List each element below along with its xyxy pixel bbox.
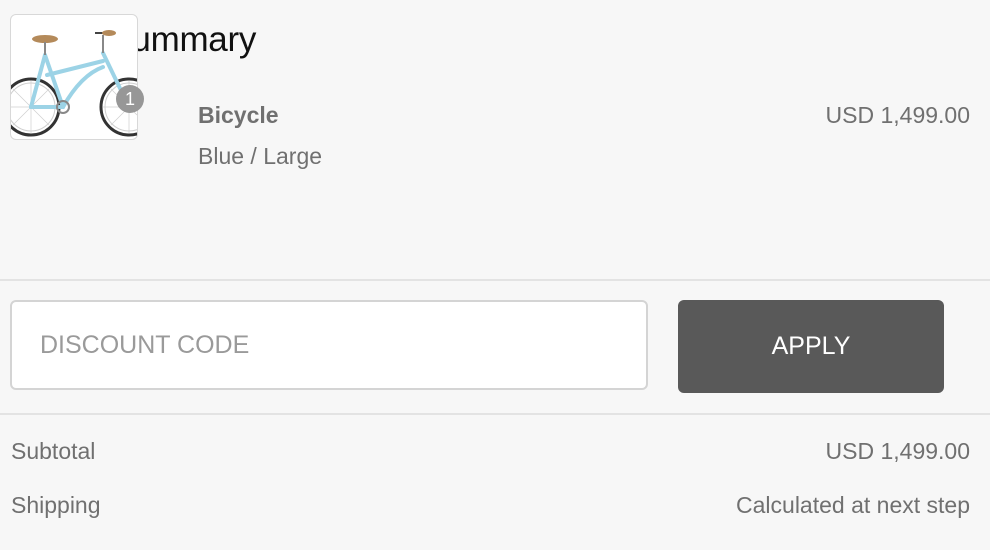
product-variant: Blue / Large — [198, 143, 323, 169]
discount-code-input[interactable] — [10, 300, 648, 390]
apply-button[interactable]: APPLY — [678, 300, 944, 393]
shipping-value: Calculated at next step — [736, 492, 970, 518]
subtotal-label: Subtotal — [11, 438, 96, 464]
shipping-label: Shipping — [11, 492, 101, 518]
product-name: Bicycle — [198, 102, 279, 128]
product-price: USD 1,499.00 — [825, 102, 970, 128]
product-thumbnail — [10, 14, 138, 140]
divider — [0, 413, 990, 415]
bicycle-icon — [11, 30, 137, 137]
quantity-badge: 1 — [116, 85, 144, 113]
divider — [0, 279, 990, 281]
subtotal-value: USD 1,499.00 — [825, 438, 970, 464]
